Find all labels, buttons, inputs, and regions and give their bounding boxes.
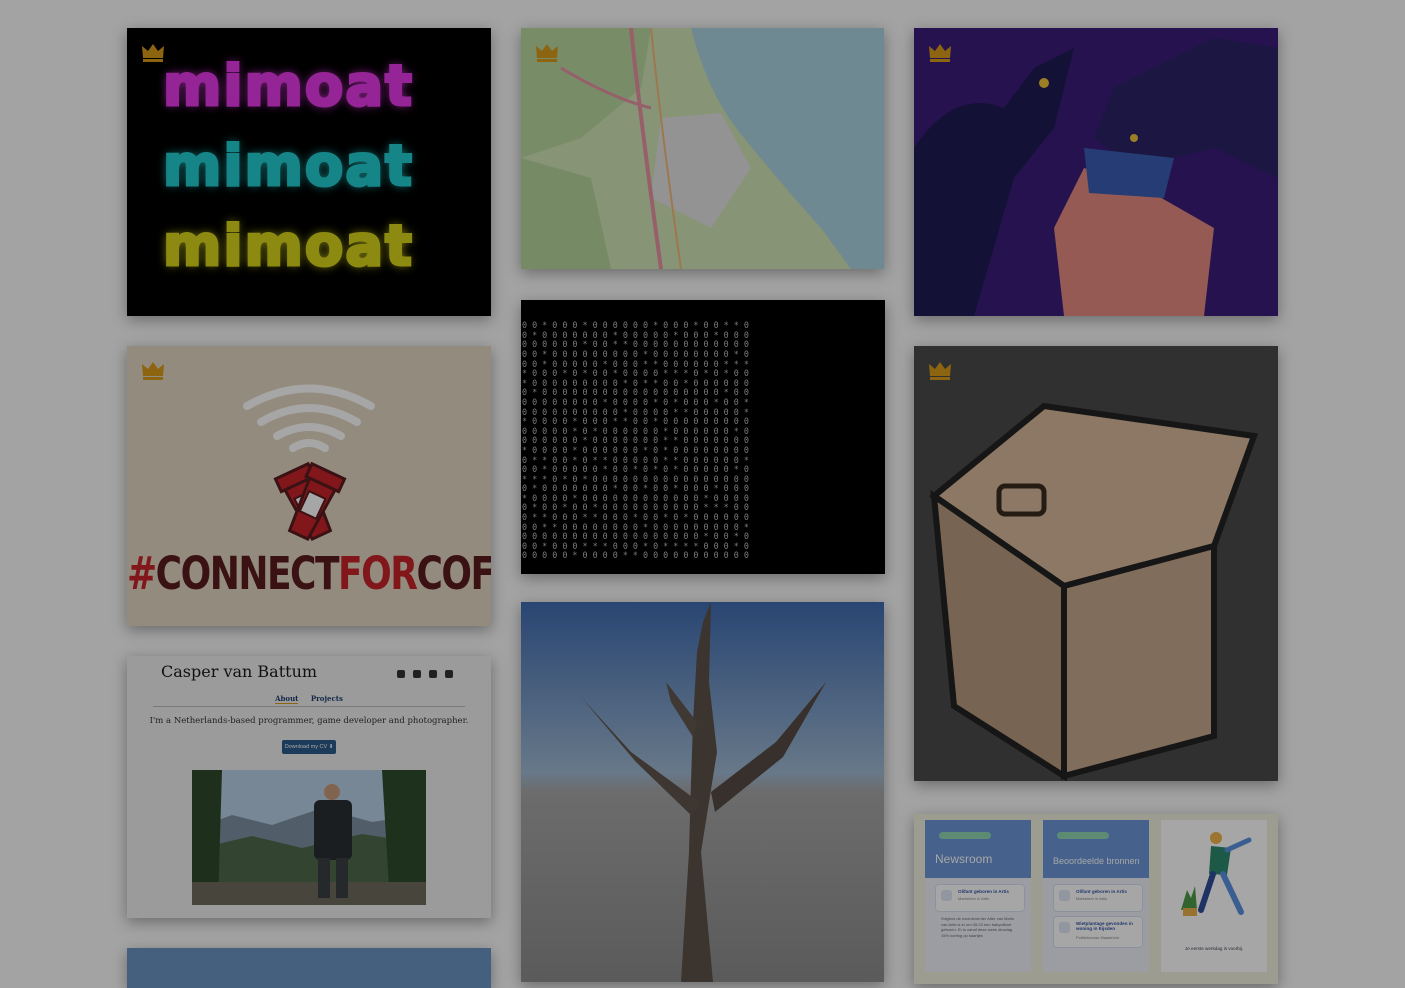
source-card: Wietplantage gevonden in woning in Eijsd…	[1053, 916, 1143, 948]
screen-title: Newsroom	[935, 852, 993, 866]
hiker-photo	[192, 770, 426, 905]
instagram-icon	[413, 670, 421, 678]
phone-icon	[941, 890, 952, 901]
news-body: Volgens de woordvoerder Alter van Marlo …	[941, 916, 1015, 938]
neon-word-1: mimoat	[162, 54, 414, 119]
news-card: Olifant geboren in Artis Marketeer in Ar…	[935, 884, 1025, 912]
gallery-item-map[interactable]	[521, 28, 884, 269]
divider	[153, 706, 465, 707]
app-screen-sources: Beoordeelde bronnen Olifant geboren in A…	[1043, 820, 1149, 972]
gallery-item-wooden-box[interactable]	[914, 346, 1278, 781]
crown-icon	[142, 362, 164, 380]
screen-title: Beoordeelde bronnen	[1053, 856, 1140, 866]
crown-icon	[929, 44, 951, 62]
progress-bar	[1057, 832, 1109, 839]
connect-for-coffee-text: #CONNECTFORCOFFEE	[127, 548, 491, 601]
gallery-item-landscape[interactable]	[127, 948, 491, 988]
gallery-item-neon-sign[interactable]: mimoat mimoat mimoat	[127, 28, 491, 316]
phone-icon	[1059, 922, 1070, 933]
site-owner-name: Casper van Battum	[161, 662, 318, 681]
gallery-item-dragon-art[interactable]	[914, 28, 1278, 316]
app-screen-illustration: Je eerste werkdag is voorbij.	[1161, 820, 1267, 972]
gallery-item-connect-for-coffee[interactable]: #CONNECTFORCOFFEE	[127, 346, 491, 626]
linkedin-icon	[445, 670, 453, 678]
app-screen-newsroom: Newsroom Olifant geboren in Artis Market…	[925, 820, 1031, 972]
crown-icon	[536, 44, 558, 62]
crown-icon	[929, 362, 951, 380]
nav-projects: Projects	[310, 694, 343, 703]
download-cv-button: Download my CV ⬇	[282, 740, 336, 754]
gallery-item-lowpoly-tree[interactable]	[521, 602, 884, 982]
gallery-item-portfolio-website[interactable]: Casper van Battum About Projects I'm a N…	[127, 656, 491, 918]
site-intro: I'm a Netherlands-based programmer, game…	[149, 716, 469, 726]
nav-about: About	[275, 694, 299, 704]
social-links	[397, 670, 453, 678]
site-nav: About Projects	[127, 694, 491, 704]
walking-person-illustration	[1181, 832, 1252, 916]
itch-icon	[429, 670, 437, 678]
tree-illustration	[581, 602, 826, 982]
gallery-item-terminal[interactable]: 0 0 * 0 0 0 * 0 0 0 0 0 0 * 0 0 0 * 0 0 …	[521, 300, 885, 574]
screen-caption: Je eerste werkdag is voorbij.	[1184, 946, 1244, 951]
map-illustration	[521, 28, 851, 269]
crown-icon	[142, 44, 164, 62]
progress-bar	[939, 832, 991, 839]
terminal-output: 0 0 * 0 0 0 * 0 0 0 0 0 0 * 0 0 0 * 0 0 …	[522, 320, 749, 561]
box-photo	[914, 346, 1278, 781]
phone-icon	[1059, 890, 1070, 901]
dragon-illustration	[914, 38, 1278, 316]
gallery-item-newsroom-app[interactable]: Newsroom Olifant geboren in Artis Market…	[914, 814, 1278, 984]
coffee-cups-illustration	[243, 384, 375, 541]
neon-word-3: mimoat	[162, 214, 414, 279]
source-card: Olifant geboren in Artis Marketeer in Ar…	[1053, 884, 1143, 912]
github-icon	[397, 670, 405, 678]
neon-word-2: mimoat	[162, 134, 414, 199]
